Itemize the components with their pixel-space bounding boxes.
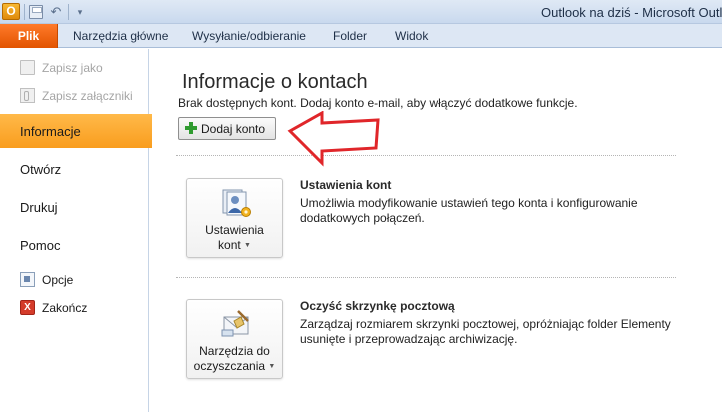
tab-home[interactable]: Narzędzia główne [73, 24, 168, 48]
nav-options[interactable]: Opcje [0, 269, 149, 291]
undo-icon[interactable]: ↶ [48, 4, 64, 20]
outlook-app-icon[interactable]: O [2, 3, 20, 20]
dropdown-caret-icon: ▼ [268, 363, 276, 370]
nav-open[interactable]: Otwórz [0, 152, 149, 186]
backstage-nav: Zapisz jako Zapisz załączniki Informacje… [0, 49, 152, 412]
save-icon[interactable] [29, 5, 43, 19]
account-settings-label: Ustawienia [205, 223, 264, 237]
dropdown-caret-icon: ▼ [244, 242, 251, 249]
nav-save-attachments[interactable]: Zapisz załączniki [0, 85, 149, 107]
add-icon [185, 122, 197, 134]
tab-folder[interactable]: Folder [333, 24, 367, 48]
cleanup-tools-icon [221, 310, 249, 337]
nav-save-as[interactable]: Zapisz jako [0, 57, 149, 79]
nav-print-label: Drukuj [20, 200, 58, 215]
nav-save-as-label: Zapisz jako [42, 61, 103, 75]
account-settings-label-2: kont ▼ [218, 238, 251, 252]
nav-open-label: Otwórz [20, 162, 62, 177]
save-as-icon [20, 60, 35, 75]
account-settings-icon [222, 189, 251, 217]
exit-icon: X [20, 300, 35, 315]
account-settings-title: Ustawienia kont [300, 178, 392, 192]
section-divider [176, 277, 676, 278]
customize-qat-icon[interactable]: ▾ [72, 4, 88, 20]
nav-print[interactable]: Drukuj [0, 190, 149, 224]
title-bar: O ↶ ▾ Outlook na dziś - Microsoft Outlo [0, 0, 722, 24]
section-divider [176, 155, 676, 156]
page-title: Informacje o kontach [182, 71, 368, 93]
tab-view[interactable]: Widok [395, 24, 428, 48]
account-info-panel: Informacje o kontach Brak dostępnych kon… [150, 49, 722, 412]
options-icon [20, 272, 35, 287]
nav-help[interactable]: Pomoc [0, 228, 149, 262]
cleanup-tools-button[interactable]: Narzędzia do oczyszczania ▼ [186, 299, 283, 379]
nav-save-attachments-label: Zapisz załączniki [42, 89, 133, 103]
no-accounts-message: Brak dostępnych kont. Dodaj konto e-mail… [178, 96, 578, 110]
qat-separator [68, 4, 69, 20]
nav-info[interactable]: Informacje [0, 114, 152, 148]
attachment-icon [20, 88, 35, 103]
cleanup-description: Zarządzaj rozmiarem skrzynki pocztowej, … [300, 317, 671, 346]
account-settings-button[interactable]: Ustawienia kont ▼ [186, 178, 283, 258]
cleanup-tools-label-2: oczyszczania ▼ [193, 359, 276, 373]
account-settings-description: Umożliwia modyfikowanie ustawień tego ko… [300, 196, 638, 225]
cleanup-title: Oczyść skrzynkę pocztową [300, 299, 455, 313]
tab-file[interactable]: Plik [0, 24, 58, 48]
nav-exit-label: Zakończ [42, 301, 88, 315]
tab-send-receive[interactable]: Wysyłanie/odbieranie [192, 24, 306, 48]
add-account-button[interactable]: Dodaj konto [178, 117, 276, 140]
add-account-label: Dodaj konto [201, 122, 266, 136]
window-title: Outlook na dziś - Microsoft Outlo [541, 5, 722, 20]
nav-exit[interactable]: X Zakończ [0, 297, 149, 319]
cleanup-tools-label: Narzędzia do [199, 344, 270, 358]
qat-separator [24, 4, 25, 20]
annotation-arrow-icon [287, 111, 380, 167]
nav-options-label: Opcje [42, 273, 74, 287]
nav-help-label: Pomoc [20, 238, 61, 253]
nav-info-label: Informacje [20, 124, 81, 139]
ribbon-tabs: Plik Narzędzia główne Wysyłanie/odbieran… [0, 24, 722, 48]
